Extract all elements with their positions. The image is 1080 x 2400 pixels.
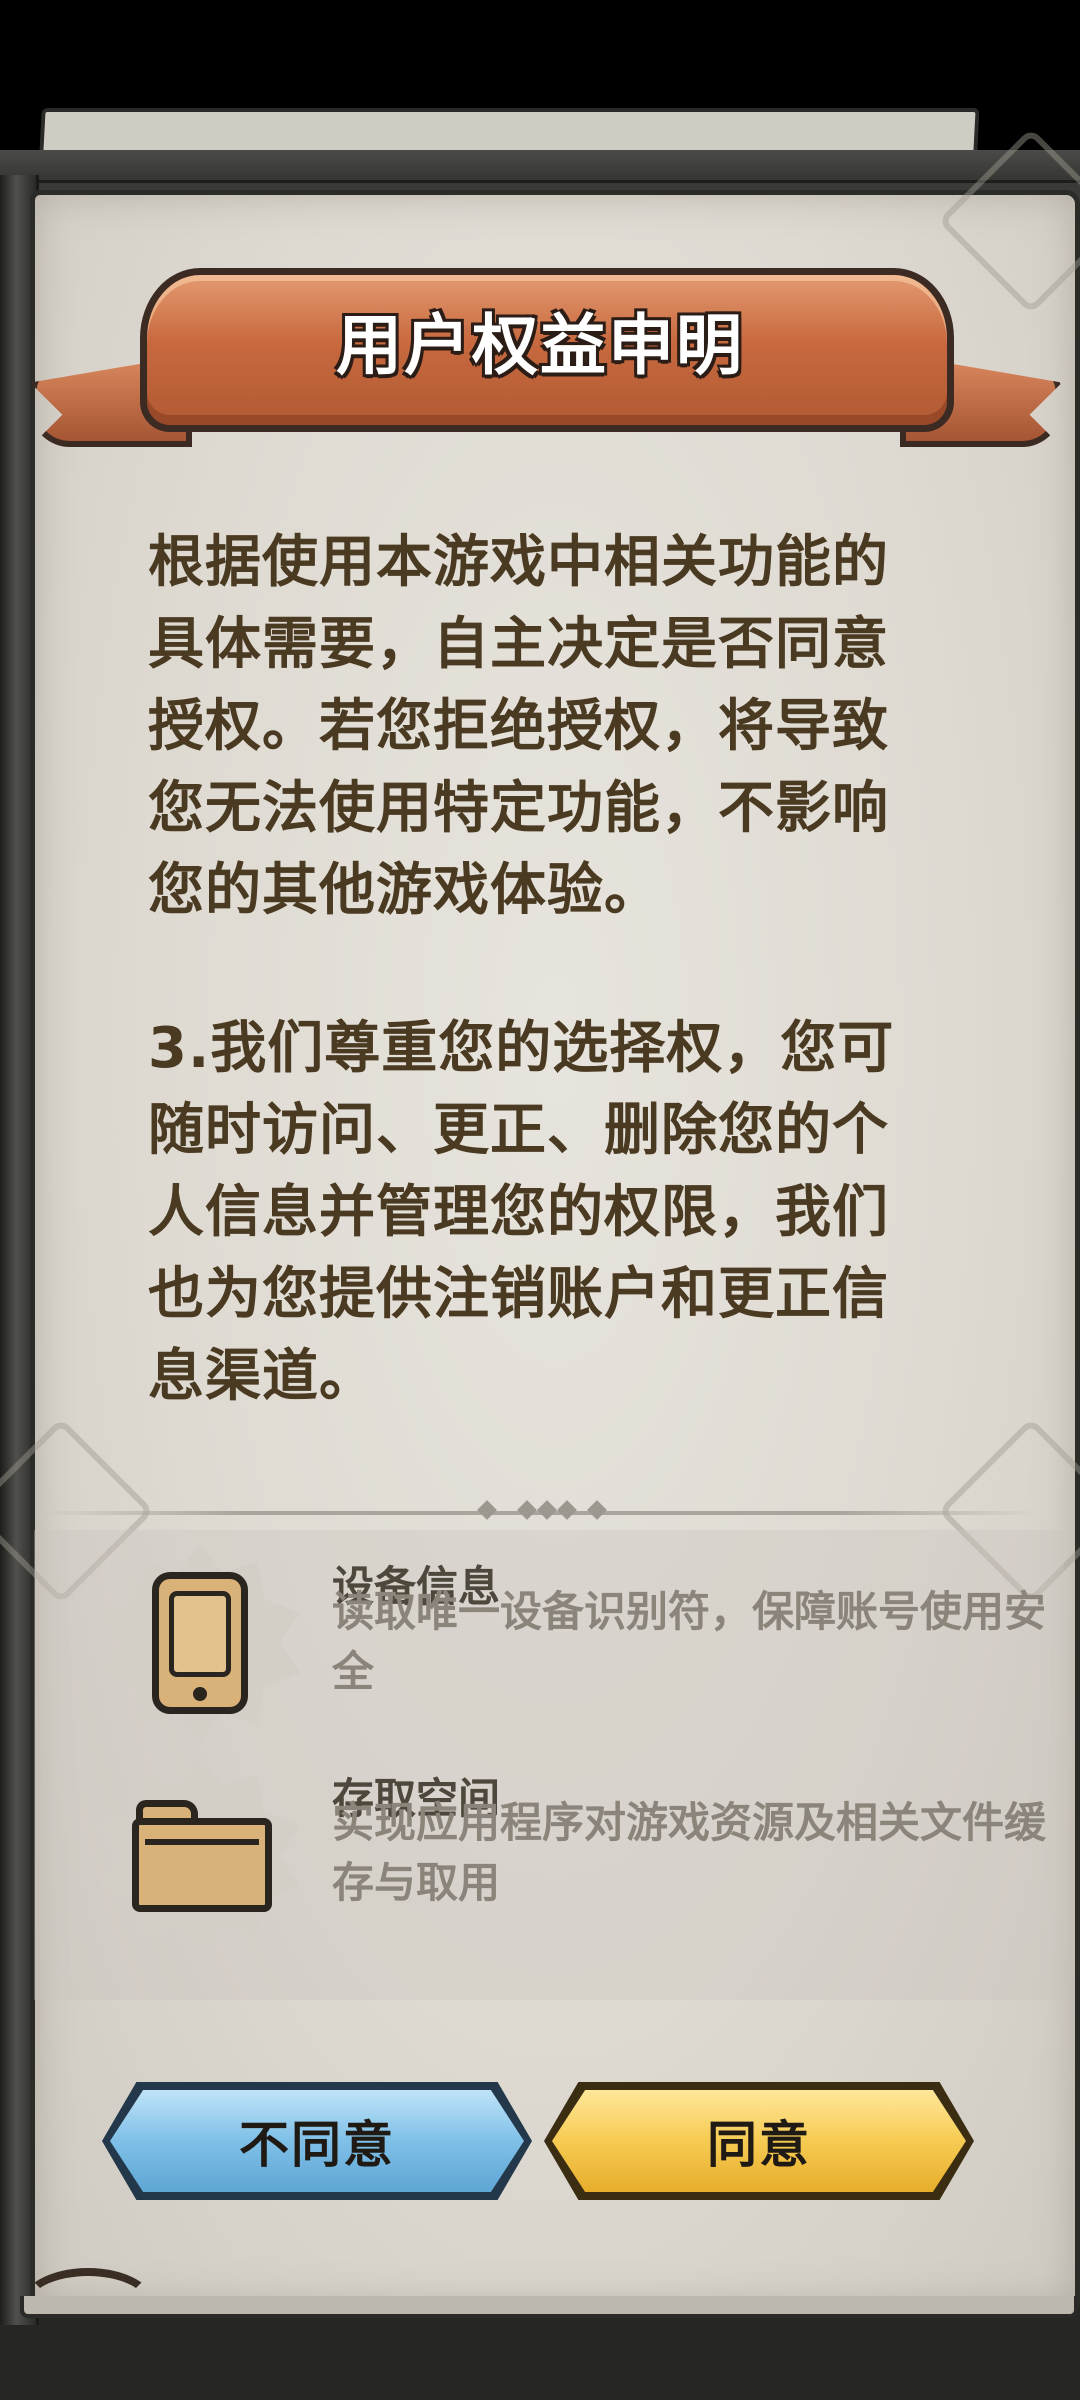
page-bottom-edge <box>20 2296 1078 2318</box>
phone-icon <box>152 1572 248 1714</box>
permission-description: 实现应用程序对游戏资源及相关文件缓存与取用 <box>332 1798 1047 1907</box>
dialog-title: 用户权益申明 <box>336 307 744 384</box>
folder-icon <box>132 1800 272 1912</box>
folder-line <box>145 1839 259 1845</box>
agree-button-label: 同意 <box>707 2116 811 2174</box>
disagree-button-label: 不同意 <box>239 2116 395 2174</box>
body-paragraph: 根据使用本游戏中相关功能的具体需要，自主决定是否同意授权。若您拒绝授权，将导致您… <box>148 530 889 923</box>
phone-button <box>193 1687 207 1701</box>
agree-button[interactable]: 同意 <box>544 2082 974 2200</box>
frame-top-edge <box>0 150 1080 183</box>
phone-screen <box>169 1591 231 1677</box>
folder-body <box>132 1818 272 1912</box>
body-paragraph: 3.我们尊重您的选择权，您可随时访问、更正、删除您的个人信息并管理您的权限，我们… <box>148 1016 895 1409</box>
permission-description: 读取唯一设备识别符，保障账号使用安全 <box>332 1587 1047 1696</box>
disagree-button[interactable]: 不同意 <box>102 2082 532 2200</box>
frame-root-ornament <box>20 2268 156 2344</box>
